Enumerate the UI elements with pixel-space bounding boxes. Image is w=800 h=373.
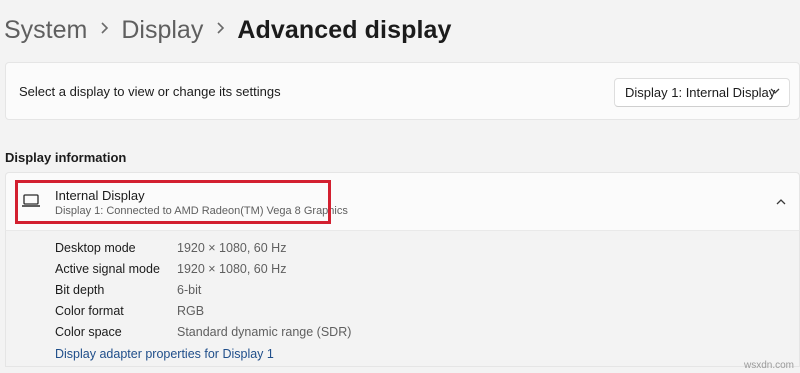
info-label: Bit depth <box>55 283 105 297</box>
info-value: 1920 × 1080, 60 Hz <box>177 241 287 255</box>
advanced-display-page: System Display Advanced display Select a… <box>0 0 800 373</box>
page-title: Advanced display <box>237 15 452 44</box>
display-select-card: Select a display to view or change its s… <box>5 62 800 120</box>
info-row-color-format: Color format RGB <box>55 304 204 322</box>
info-label: Desktop mode <box>55 241 136 255</box>
display-select-label: Select a display to view or change its s… <box>19 84 281 99</box>
info-row-active-signal-mode: Active signal mode 1920 × 1080, 60 Hz <box>55 262 286 280</box>
breadcrumb: System Display Advanced display <box>4 12 452 48</box>
info-value: Standard dynamic range (SDR) <box>177 325 352 339</box>
info-label: Color space <box>55 325 122 339</box>
chevron-right-icon <box>203 20 237 40</box>
display-dropdown[interactable]: Display 1: Internal Display <box>614 78 790 107</box>
laptop-icon <box>22 194 40 207</box>
info-row-bit-depth: Bit depth 6-bit <box>55 283 201 301</box>
info-label: Active signal mode <box>55 262 160 276</box>
display-dropdown-value: Display 1: Internal Display <box>625 85 776 100</box>
info-value: 6-bit <box>177 283 202 297</box>
display-name: Internal Display <box>55 188 145 203</box>
chevron-up-icon[interactable] <box>775 196 787 208</box>
display-info-details: Desktop mode 1920 × 1080, 60 Hz Active s… <box>5 230 800 367</box>
section-title: Display information <box>5 150 127 165</box>
chevron-down-icon <box>770 88 780 94</box>
info-row-desktop-mode: Desktop mode 1920 × 1080, 60 Hz <box>55 241 286 259</box>
info-value: RGB <box>177 304 205 318</box>
chevron-right-icon <box>87 20 121 40</box>
watermark: wsxdn.com <box>743 360 794 371</box>
breadcrumb-display[interactable]: Display <box>121 16 203 45</box>
breadcrumb-system[interactable]: System <box>4 16 87 45</box>
display-adapter-properties-link[interactable]: Display adapter properties for Display 1 <box>55 347 274 361</box>
display-info-header[interactable]: Internal Display Display 1: Connected to… <box>5 172 800 230</box>
info-value: 1920 × 1080, 60 Hz <box>177 262 287 276</box>
info-row-color-space: Color space Standard dynamic range (SDR) <box>55 325 351 343</box>
display-connection-status: Display 1: Connected to AMD Radeon(TM) V… <box>55 205 348 217</box>
info-label: Color format <box>55 304 124 318</box>
